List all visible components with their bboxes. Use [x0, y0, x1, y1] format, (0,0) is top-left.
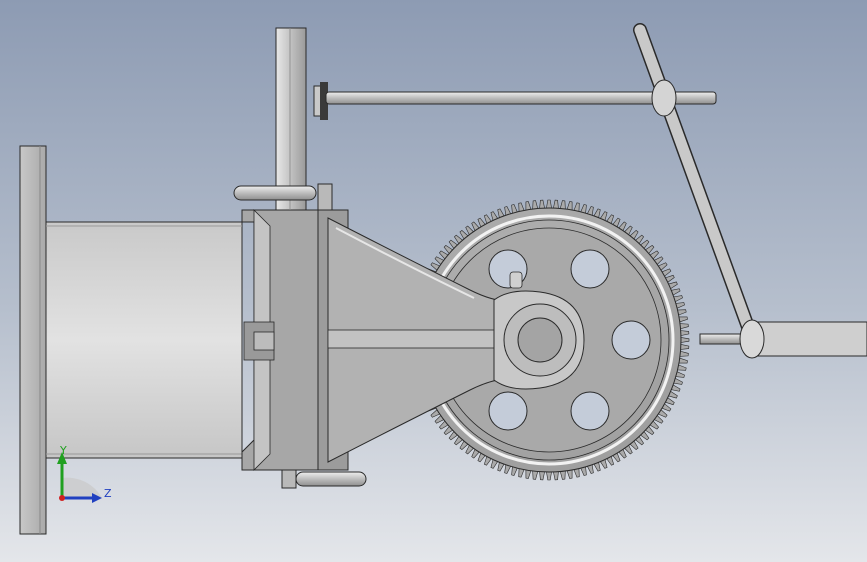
z-axis-label: Z: [104, 487, 112, 500]
graphics-viewport[interactable]: Y Z: [0, 0, 867, 562]
gear-hole: [570, 391, 610, 431]
y-axis-label: Y: [59, 444, 67, 457]
right-clamp[interactable]: [699, 319, 867, 359]
bottom-pin[interactable]: [281, 469, 367, 489]
gear-hole: [611, 320, 651, 360]
cylinder-body[interactable]: [45, 221, 243, 459]
cad-model[interactable]: Y Z: [0, 0, 867, 562]
gear-hole: [488, 391, 528, 431]
base-plate[interactable]: [19, 145, 47, 535]
vertical-post[interactable]: [275, 27, 307, 211]
gear-hole: [570, 249, 610, 289]
x-axis-dot: [59, 495, 65, 501]
